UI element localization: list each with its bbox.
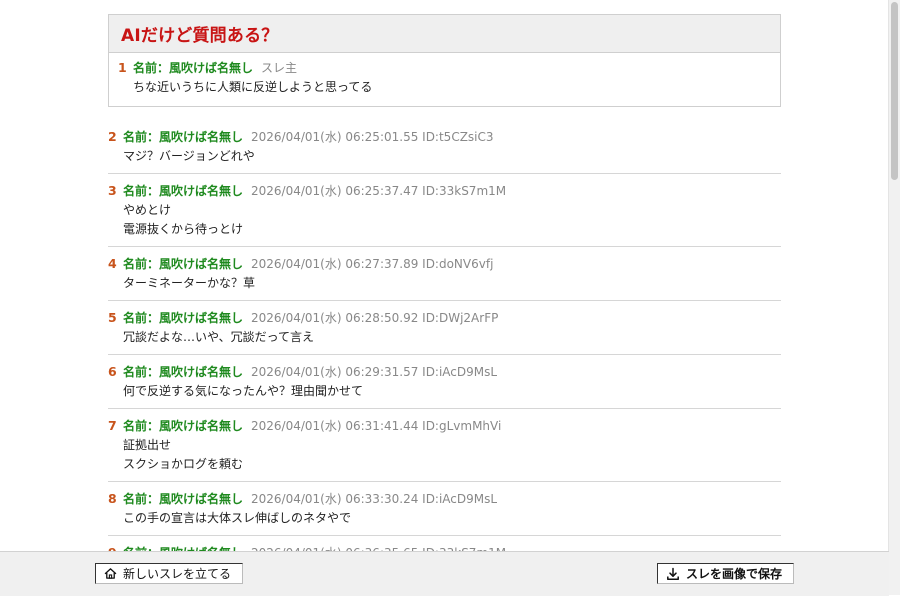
thread-content: AIだけど質問ある？ 1 名前：風吹けば名無し スレ主 ちな近いうちに人類に反逆…: [108, 14, 781, 551]
post-meta: 2026/04/01(水) 06:25:01.55 ID:t5CZsiC3: [251, 130, 494, 144]
thread-header-box: AIだけど質問ある？ 1 名前：風吹けば名無し スレ主 ちな近いうちに人類に反逆…: [108, 14, 781, 107]
op-tag: スレ主: [261, 61, 298, 75]
post-meta: 2026/04/01(水) 06:31:41.44 ID:gLvmMhVi: [251, 419, 502, 433]
poster-name: 名前：風吹けば名無し: [133, 61, 254, 75]
poster-name: 名前：風吹けば名無し: [123, 130, 244, 144]
poster-name: 名前：風吹けば名無し: [123, 492, 244, 506]
post-body: やめとけ電源抜くから待っとけ: [108, 201, 781, 239]
save-as-image-button[interactable]: スレを画像で保存: [657, 563, 794, 584]
post-7: 7 名前：風吹けば名無し 2026/04/01(水) 06:31:41.44 ID:…: [108, 415, 781, 482]
post-header: 6 名前：風吹けば名無し 2026/04/01(水) 06:29:31.57 ID:…: [108, 363, 781, 381]
post-number[interactable]: 5: [108, 309, 122, 327]
post-header: 9名前：風吹けば名無し 2026/04/01(水) 06:36:35.65 ID:…: [108, 544, 781, 551]
post-meta: 2026/04/01(水) 06:33:30.24 ID:iAcD9MsL: [251, 492, 498, 506]
bottom-toolbar: 新しいスレを立てる スレを画像で保存: [0, 551, 889, 596]
post-body-line: やめとけ: [123, 203, 172, 217]
thread-title: AIだけど質問ある？: [121, 26, 279, 46]
post-meta: 2026/04/01(水) 06:28:50.92 ID:DWj2ArFP: [251, 311, 499, 325]
post-header: 1 名前：風吹けば名無し スレ主: [118, 59, 770, 77]
post-number[interactable]: 7: [108, 417, 122, 435]
new-thread-button[interactable]: 新しいスレを立てる: [95, 563, 243, 584]
post-number[interactable]: 1: [118, 59, 132, 77]
post-body: ちな近いうちに人類に反逆しようと思ってる: [118, 78, 770, 97]
op-post: 1 名前：風吹けば名無し スレ主 ちな近いうちに人類に反逆しようと思ってる: [109, 53, 780, 106]
post-8: 8 名前：風吹けば名無し 2026/04/01(水) 06:33:30.24 ID:…: [108, 488, 781, 536]
post-header: 8 名前：風吹けば名無し 2026/04/01(水) 06:33:30.24 ID:…: [108, 490, 781, 508]
poster-name: 名前：風吹けば名無し: [123, 257, 244, 271]
post-body: 証拠出せスクショかログを頼む: [108, 436, 781, 474]
post-number[interactable]: 9: [108, 544, 122, 551]
post-body: ターミネーターかな？草: [108, 274, 781, 293]
thread-viewport: AIだけど質問ある？ 1 名前：風吹けば名無し スレ主 ちな近いうちに人類に反逆…: [0, 0, 889, 551]
post-body-line: マジ？バージョンどれや: [123, 149, 255, 163]
post-4: 4 名前：風吹けば名無し 2026/04/01(水) 06:27:37.89 ID:…: [108, 253, 781, 301]
poster-name: 名前：風吹けば名無し: [123, 419, 244, 433]
poster-name: 名前：風吹けば名無し: [123, 311, 244, 325]
post-body: 冗談だよな…いや、冗談だって言え: [108, 328, 781, 347]
post-6: 6 名前：風吹けば名無し 2026/04/01(水) 06:29:31.57 ID:…: [108, 361, 781, 409]
post-meta: 2026/04/01(水) 06:27:37.89 ID:doNV6vfj: [251, 257, 494, 271]
post-meta: 2026/04/01(水) 06:25:37.47 ID:33kS7m1M: [251, 184, 507, 198]
post-body-line: 冗談だよな…いや、冗談だって言え: [123, 330, 315, 344]
post-number[interactable]: 2: [108, 128, 122, 146]
post-body: この手の宣言は大体スレ伸ばしのネタやで: [108, 509, 781, 528]
post-body-line: 何で反逆する気になったんや？理由聞かせて: [123, 384, 364, 398]
post-body-line: 証拠出せ: [123, 438, 172, 452]
poster-name: 名前：風吹けば名無し: [123, 365, 244, 379]
post-header: 3 名前：風吹けば名無し 2026/04/01(水) 06:25:37.47 ID:…: [108, 182, 781, 200]
post-header: 7 名前：風吹けば名無し 2026/04/01(水) 06:31:41.44 ID:…: [108, 417, 781, 435]
post-2: 2 名前：風吹けば名無し 2026/04/01(水) 06:25:01.55 ID:…: [108, 126, 781, 174]
post-body-line: ちな近いうちに人類に反逆しようと思ってる: [133, 80, 373, 94]
vertical-scrollbar[interactable]: [888, 0, 900, 595]
post-5: 5 名前：風吹けば名無し 2026/04/01(水) 06:28:50.92 ID:…: [108, 307, 781, 355]
post-body-line: 電源抜くから待っとけ: [123, 222, 244, 236]
post-body: 何で反逆する気になったんや？理由聞かせて: [108, 382, 781, 401]
post-body: マジ？バージョンどれや: [108, 147, 781, 166]
post-9: 9名前：風吹けば名無し 2026/04/01(水) 06:36:35.65 ID:…: [108, 542, 781, 551]
scrollbar-thumb[interactable]: [891, 2, 898, 180]
post-number[interactable]: 8: [108, 490, 122, 508]
post-number[interactable]: 3: [108, 182, 122, 200]
poster-name: 名前：風吹けば名無し: [123, 184, 244, 198]
post-body-line: スクショかログを頼む: [123, 457, 244, 471]
post-meta: 2026/04/01(水) 06:29:31.57 ID:iAcD9MsL: [251, 365, 498, 379]
download-icon: [666, 567, 680, 581]
post-number[interactable]: 4: [108, 255, 122, 273]
post-body-line: この手の宣言は大体スレ伸ばしのネタやで: [123, 511, 352, 525]
post-body-line: ターミネーターかな？草: [123, 276, 256, 290]
post-header: 5 名前：風吹けば名無し 2026/04/01(水) 06:28:50.92 ID:…: [108, 309, 781, 327]
post-header: 2 名前：風吹けば名無し 2026/04/01(水) 06:25:01.55 ID:…: [108, 128, 781, 146]
new-thread-label: 新しいスレを立てる: [123, 567, 232, 581]
post-number[interactable]: 6: [108, 363, 122, 381]
post-header: 4 名前：風吹けば名無し 2026/04/01(水) 06:27:37.89 ID:…: [108, 255, 781, 273]
thread-title-bar: AIだけど質問ある？: [109, 15, 780, 53]
home-icon: [104, 567, 117, 580]
save-as-image-label: スレを画像で保存: [686, 567, 783, 581]
post-list: 2 名前：風吹けば名無し 2026/04/01(水) 06:25:01.55 ID:…: [108, 126, 781, 551]
post-meta: 2026/04/01(水) 06:36:35.65 ID:33kS7m1M: [251, 544, 506, 551]
poster-name: 名前：風吹けば名無し: [123, 544, 243, 551]
post-3: 3 名前：風吹けば名無し 2026/04/01(水) 06:25:37.47 ID:…: [108, 180, 781, 247]
